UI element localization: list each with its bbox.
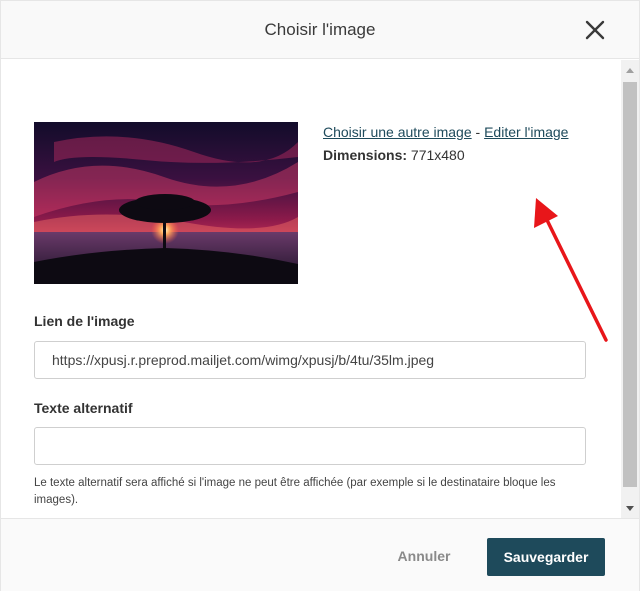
dimensions-value: 771x480 [407, 147, 465, 163]
separator: - [471, 124, 485, 140]
close-icon[interactable] [583, 18, 607, 42]
edit-image-link[interactable]: Editer l'image [484, 124, 568, 140]
cancel-button[interactable]: Annuler [385, 541, 463, 571]
scroll-up-icon[interactable] [626, 68, 634, 73]
image-preview [34, 122, 298, 284]
dialog-body: Choisir une autre image - Editer l'image… [1, 60, 619, 518]
save-button[interactable]: Sauvegarder [487, 538, 605, 576]
image-dimensions: Dimensions: 771x480 [323, 147, 465, 163]
image-link-input[interactable] [34, 341, 586, 379]
annotation-arrow-icon [534, 198, 608, 342]
vertical-scrollbar[interactable] [621, 60, 639, 518]
alt-text-hint: Le texte alternatif sera affiché si l'im… [34, 477, 556, 506]
scrollbar-thumb[interactable] [623, 82, 637, 487]
choose-image-dialog: Choisir l'image Choisir une autre image … [0, 0, 640, 591]
dimensions-label: Dimensions: [323, 147, 408, 163]
image-actions: Choisir une autre image - Editer l'image [323, 124, 568, 140]
alt-text-label: Texte alternatif [34, 400, 133, 416]
choose-other-image-link[interactable]: Choisir une autre image [323, 124, 472, 140]
dialog-title: Choisir l'image [264, 20, 376, 39]
scroll-down-icon[interactable] [626, 506, 634, 511]
alt-text-input[interactable] [34, 427, 586, 465]
dialog-footer: Annuler Sauvegarder [1, 518, 639, 591]
image-link-label: Lien de l'image [34, 313, 135, 329]
dialog-header: Choisir l'image [1, 1, 639, 59]
